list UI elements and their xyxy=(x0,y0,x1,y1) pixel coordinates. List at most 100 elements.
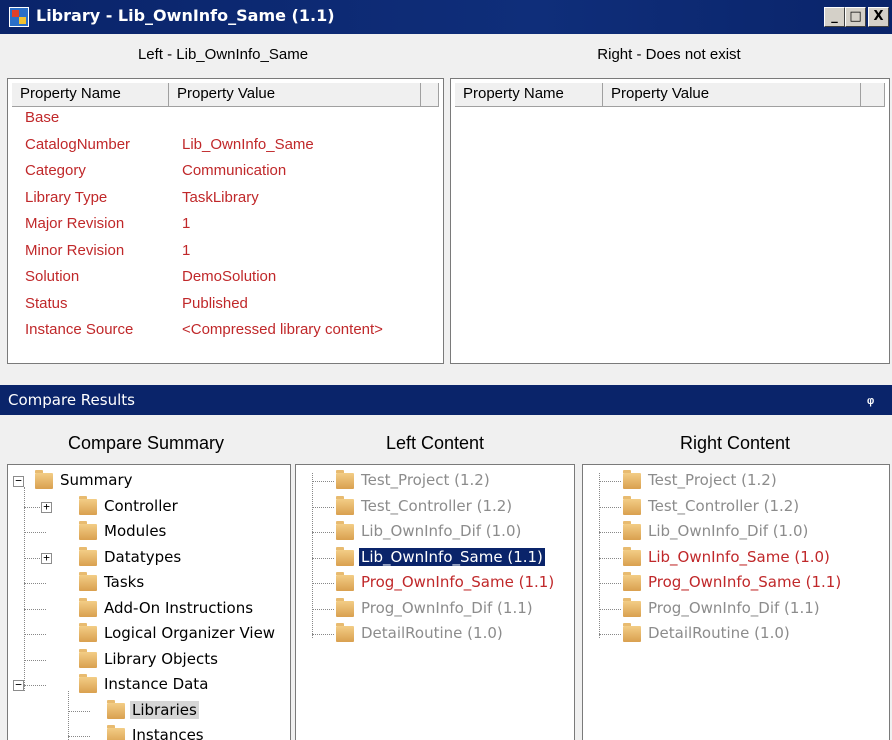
content-node-label: Prog_OwnInfo_Dif (1.1) xyxy=(648,598,820,617)
tree-connector xyxy=(599,473,600,638)
content-node-label: Test_Project (1.2) xyxy=(648,471,777,489)
content-node-label: Prog_OwnInfo_Dif (1.1) xyxy=(361,598,533,617)
folder-icon xyxy=(336,495,354,515)
content-node-label: Prog_OwnInfo_Same (1.1) xyxy=(648,573,842,591)
tree-node-label: Instances xyxy=(132,726,204,740)
property-name: Instance Source xyxy=(25,321,134,338)
right-content-tree[interactable]: Test_Project (1.2) Test_Controller (1.2) L… xyxy=(582,464,890,740)
tree-connector xyxy=(312,608,334,610)
tree-connector xyxy=(24,659,46,661)
right-col-header-filler xyxy=(861,83,885,107)
tree-connector xyxy=(599,506,621,508)
folder-icon xyxy=(79,623,97,642)
maximize-button[interactable]: □ xyxy=(845,7,866,27)
tree-connector xyxy=(312,506,334,508)
folder-icon xyxy=(623,623,641,642)
tree-connector xyxy=(599,634,621,635)
property-name: Category xyxy=(25,162,86,179)
tree-node-label: Tasks xyxy=(104,573,145,591)
right-col-header-name[interactable]: Property Name xyxy=(455,83,603,107)
left-panel-title: Left - Lib_OwnInfo_Same xyxy=(137,46,309,63)
left-col-header-filler xyxy=(421,83,439,107)
folder-icon xyxy=(623,495,641,515)
left-col-header-value[interactable]: Property Value xyxy=(169,83,421,107)
tree-node-label: Datatypes xyxy=(104,547,182,566)
folder-icon xyxy=(79,572,97,591)
tree-connector xyxy=(312,557,334,559)
content-node-label: Test_Project (1.2) xyxy=(361,471,490,489)
folder-icon xyxy=(336,572,354,591)
right-panel-title: Right - Does not exist xyxy=(597,46,741,63)
content-node-label: Lib_OwnInfo_Dif (1.0) xyxy=(361,522,522,540)
close-button[interactable]: X xyxy=(868,7,889,27)
tree-connector xyxy=(24,685,46,686)
folder-icon xyxy=(336,623,354,642)
property-value: Communication xyxy=(182,162,287,179)
property-value: Lib_OwnInfo_Same xyxy=(182,135,314,153)
property-value: Published xyxy=(182,294,248,312)
property-value: 1 xyxy=(182,241,191,259)
folder-icon xyxy=(107,725,125,740)
content-node-label: Lib_OwnInfo_Dif (1.0) xyxy=(648,522,809,540)
tree-connector xyxy=(68,710,90,712)
collapse-icon[interactable]: − xyxy=(13,475,24,487)
tree-connector xyxy=(312,473,313,638)
folder-icon xyxy=(79,597,97,617)
tree-connector xyxy=(599,583,621,584)
folder-icon xyxy=(336,597,354,617)
tree-connector xyxy=(312,634,334,635)
folder-icon xyxy=(623,597,641,617)
tree-connector xyxy=(599,557,621,559)
property-value: <Compressed library content> xyxy=(182,321,383,338)
left-content-tree[interactable]: Test_Project (1.2) Test_Controller (1.2) L… xyxy=(295,464,575,740)
right-col-header-value[interactable]: Property Value xyxy=(603,83,861,107)
content-node-label: Test_Controller (1.2) xyxy=(361,496,513,515)
folder-icon xyxy=(79,648,97,668)
property-value: 1 xyxy=(182,215,191,232)
property-name: Status xyxy=(25,294,68,312)
tree-node-label: Libraries xyxy=(130,700,199,719)
content-node-label: Lib_OwnInfo_Same (1.1) xyxy=(358,546,546,567)
left-col-header-name[interactable]: Property Name xyxy=(12,83,169,107)
folder-icon xyxy=(336,546,354,566)
pin-icon[interactable]: ᵩ xyxy=(867,390,874,407)
property-name: Solution xyxy=(25,268,80,285)
folder-icon xyxy=(336,470,354,489)
expand-icon[interactable]: + xyxy=(41,501,52,513)
minimize-button[interactable]: _ xyxy=(824,7,845,27)
tree-node-label: Logical Organizer View xyxy=(104,624,276,642)
tree-connector xyxy=(24,583,46,584)
right-property-grid[interactable]: Property Name Property Value xyxy=(450,78,890,364)
folder-icon xyxy=(79,674,97,693)
content-node-label: Prog_OwnInfo_Same (1.1) xyxy=(361,573,555,591)
collapse-icon[interactable]: − xyxy=(13,679,24,691)
compare-results-title: Compare Results xyxy=(8,391,135,409)
tree-connector xyxy=(24,532,46,533)
tree-node-label: Controller xyxy=(104,496,178,515)
tree-connector xyxy=(312,532,334,533)
tree-connector xyxy=(24,634,46,635)
app-icon[interactable] xyxy=(9,7,29,27)
tree-node-label: Instance Data xyxy=(104,675,209,693)
folder-icon xyxy=(623,572,641,591)
folder-icon xyxy=(623,470,641,489)
tree-node-label: Add-On Instructions xyxy=(104,598,254,617)
tree-connector xyxy=(599,481,621,482)
left-property-grid[interactable]: Property Name Property Value Base Catalog… xyxy=(7,78,444,364)
property-value: DemoSolution xyxy=(182,268,277,285)
property-name: CatalogNumber xyxy=(25,135,131,153)
tree-node-label: Modules xyxy=(104,522,167,540)
expand-icon[interactable]: + xyxy=(41,552,52,564)
folder-icon xyxy=(336,521,354,540)
left-content-header: Left Content xyxy=(385,433,485,453)
folder-icon xyxy=(35,470,53,489)
folder-icon xyxy=(623,521,641,540)
tree-connector xyxy=(599,608,621,610)
folder-icon xyxy=(79,546,97,566)
folder-icon xyxy=(623,546,641,566)
content-node-label: Test_Controller (1.2) xyxy=(648,496,800,515)
summary-tree[interactable]: − Summary + Controller Modules + Datatypes Task… xyxy=(7,464,291,740)
title-bar[interactable]: Library - Lib_OwnInfo_Same (1.1) _ □ X xyxy=(0,0,892,34)
content-node-label: DetailRoutine (1.0) xyxy=(648,624,790,642)
content-node-label: DetailRoutine (1.0) xyxy=(361,624,503,642)
